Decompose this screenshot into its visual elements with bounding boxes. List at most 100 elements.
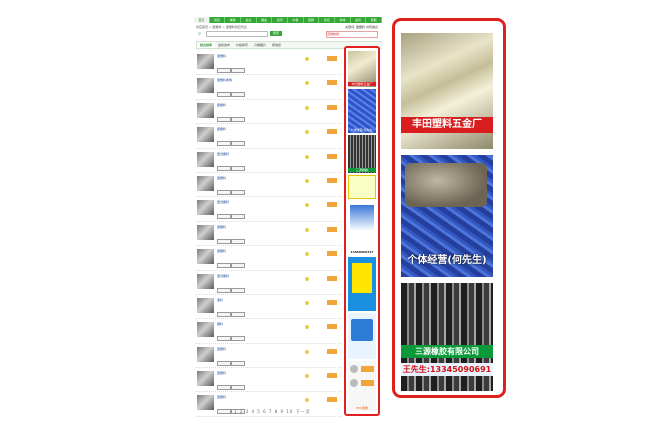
nav-item[interactable]: 会员 — [351, 17, 367, 23]
mini-ad-rubber[interactable]: 三源橡胶 — [348, 135, 376, 173]
inquiry-button[interactable] — [327, 299, 337, 305]
inquiry-button[interactable] — [327, 177, 337, 183]
listing-thumbnail[interactable] — [197, 127, 214, 143]
mini-ad-light[interactable] — [348, 313, 376, 359]
tab-sort[interactable]: 只看图片 — [251, 42, 269, 48]
favorite-button[interactable] — [231, 263, 245, 269]
inquiry-button[interactable] — [327, 202, 337, 208]
nav-item[interactable]: 价格 — [288, 17, 304, 23]
contact-button[interactable] — [217, 238, 231, 244]
ad-rubber-company[interactable]: 三源橡胶有限公司 王先生:13345090691 — [401, 283, 493, 391]
search-input[interactable] — [206, 31, 268, 37]
ad-plastic-factory[interactable]: 丰田塑料五金厂 — [401, 33, 493, 149]
listing-title[interactable]: 废旧塑料 — [217, 200, 229, 204]
inquiry-button[interactable] — [327, 80, 337, 86]
listing-thumbnail[interactable] — [197, 249, 214, 265]
favorite-button[interactable] — [231, 116, 245, 122]
listing-row[interactable]: 废塑料 — [196, 100, 342, 125]
listing-row[interactable]: 塑料 — [196, 319, 342, 344]
mini-ad-individual[interactable]: 个体经营(何先生) — [348, 89, 376, 133]
nav-item[interactable]: 资讯 — [272, 17, 289, 23]
listing-title[interactable]: 废旧塑料 — [217, 152, 229, 156]
favorite-button[interactable] — [231, 141, 245, 147]
ad-individual-business[interactable]: 个体经营(何先生) — [401, 155, 493, 277]
listing-title[interactable]: 废料 — [217, 298, 223, 302]
listing-thumbnail[interactable] — [197, 224, 214, 240]
listing-row[interactable]: 废塑料 — [196, 173, 342, 198]
listing-thumbnail[interactable] — [197, 102, 214, 118]
tab-sort[interactable]: 综合排序 — [197, 42, 216, 48]
nav-item[interactable]: 招聘 — [304, 17, 320, 23]
contact-button[interactable] — [217, 68, 231, 73]
listing-row[interactable]: 废塑料 — [196, 246, 342, 271]
listing-thumbnail[interactable] — [197, 54, 214, 69]
nav-item[interactable]: 供应 — [210, 17, 226, 23]
contact-button[interactable] — [217, 385, 231, 391]
nav-item[interactable]: 论坛 — [319, 17, 336, 23]
favorite-button[interactable] — [231, 360, 245, 366]
listing-thumbnail[interactable] — [197, 151, 214, 167]
pagination[interactable]: 1 2 3 4 5 6 7 8 9 10 下一页 — [234, 409, 311, 415]
listing-row[interactable]: 废塑料 — [196, 51, 342, 76]
inquiry-button[interactable] — [327, 275, 337, 281]
nav-item[interactable]: 企业 — [241, 17, 257, 23]
inquiry-button[interactable] — [327, 397, 337, 403]
inquiry-button[interactable] — [327, 324, 337, 330]
contact-button[interactable] — [217, 189, 231, 195]
mini-ad-yellow[interactable] — [348, 175, 376, 199]
tab-sort[interactable]: 按地区 — [269, 42, 284, 48]
favorite-button[interactable] — [231, 92, 245, 98]
contact-button[interactable] — [217, 360, 231, 366]
inquiry-button[interactable] — [327, 153, 337, 159]
inquiry-button[interactable] — [327, 129, 337, 135]
listing-title[interactable]: 废塑料 — [217, 176, 226, 180]
nav-item[interactable]: 帮助 — [366, 17, 382, 23]
listing-title[interactable]: 废塑料 — [217, 225, 226, 229]
favorite-button[interactable] — [231, 336, 245, 342]
listing-row[interactable]: 废塑料收购 — [196, 75, 342, 100]
listing-title[interactable]: 废旧塑料 — [217, 274, 229, 278]
listing-title[interactable]: 废塑料 — [217, 395, 226, 399]
contact-button[interactable] — [217, 141, 231, 147]
contact-button[interactable] — [217, 336, 231, 342]
contact-button[interactable] — [217, 263, 231, 269]
listing-row[interactable]: 废料 — [196, 295, 342, 320]
listing-row[interactable]: 废旧塑料 — [196, 271, 342, 295]
listing-row[interactable]: 废旧塑料 — [196, 149, 342, 173]
contact-button[interactable] — [217, 214, 231, 220]
listing-row[interactable]: 废塑料 — [196, 124, 342, 149]
listing-title[interactable]: 废塑料 — [217, 249, 226, 253]
listing-title[interactable]: 废塑料 — [217, 371, 226, 375]
contact-button[interactable] — [217, 311, 231, 317]
favorite-button[interactable] — [231, 214, 245, 220]
tab-sort[interactable]: 最新发布 — [215, 42, 233, 48]
listing-row[interactable]: 废旧塑料 — [196, 197, 342, 222]
favorite-button[interactable] — [231, 189, 245, 195]
favorite-button[interactable] — [231, 165, 245, 171]
listing-row[interactable]: 废塑料 — [196, 222, 342, 247]
mini-ad-pvc[interactable]: PVC回收 — [348, 361, 376, 411]
inquiry-button[interactable] — [327, 251, 337, 257]
contact-button[interactable] — [217, 409, 231, 415]
favorite-button[interactable] — [231, 385, 245, 391]
inquiry-button[interactable] — [327, 373, 337, 379]
listing-title[interactable]: 废塑料 — [217, 103, 226, 107]
listing-thumbnail[interactable] — [197, 322, 214, 338]
listing-thumbnail[interactable] — [197, 200, 214, 216]
listing-title[interactable]: 废塑料 — [217, 54, 226, 58]
nav-item[interactable]: 展会 — [257, 17, 273, 23]
inquiry-button[interactable] — [327, 104, 337, 110]
listing-thumbnail[interactable] — [197, 78, 214, 94]
listing-title[interactable]: 塑料 — [217, 322, 223, 326]
listing-row[interactable]: 废塑料 — [196, 344, 342, 369]
inquiry-button[interactable] — [327, 56, 337, 61]
inquiry-button[interactable] — [327, 348, 337, 354]
nav-item[interactable]: 商城 — [335, 17, 351, 23]
listing-thumbnail[interactable] — [197, 273, 214, 289]
listing-title[interactable]: 废塑料收购 — [217, 78, 232, 82]
favorite-button[interactable] — [231, 68, 245, 73]
mini-ad-blue[interactable] — [348, 257, 376, 311]
favorite-button[interactable] — [231, 311, 245, 317]
inquiry-button[interactable] — [327, 226, 337, 232]
listing-thumbnail[interactable] — [197, 297, 214, 313]
